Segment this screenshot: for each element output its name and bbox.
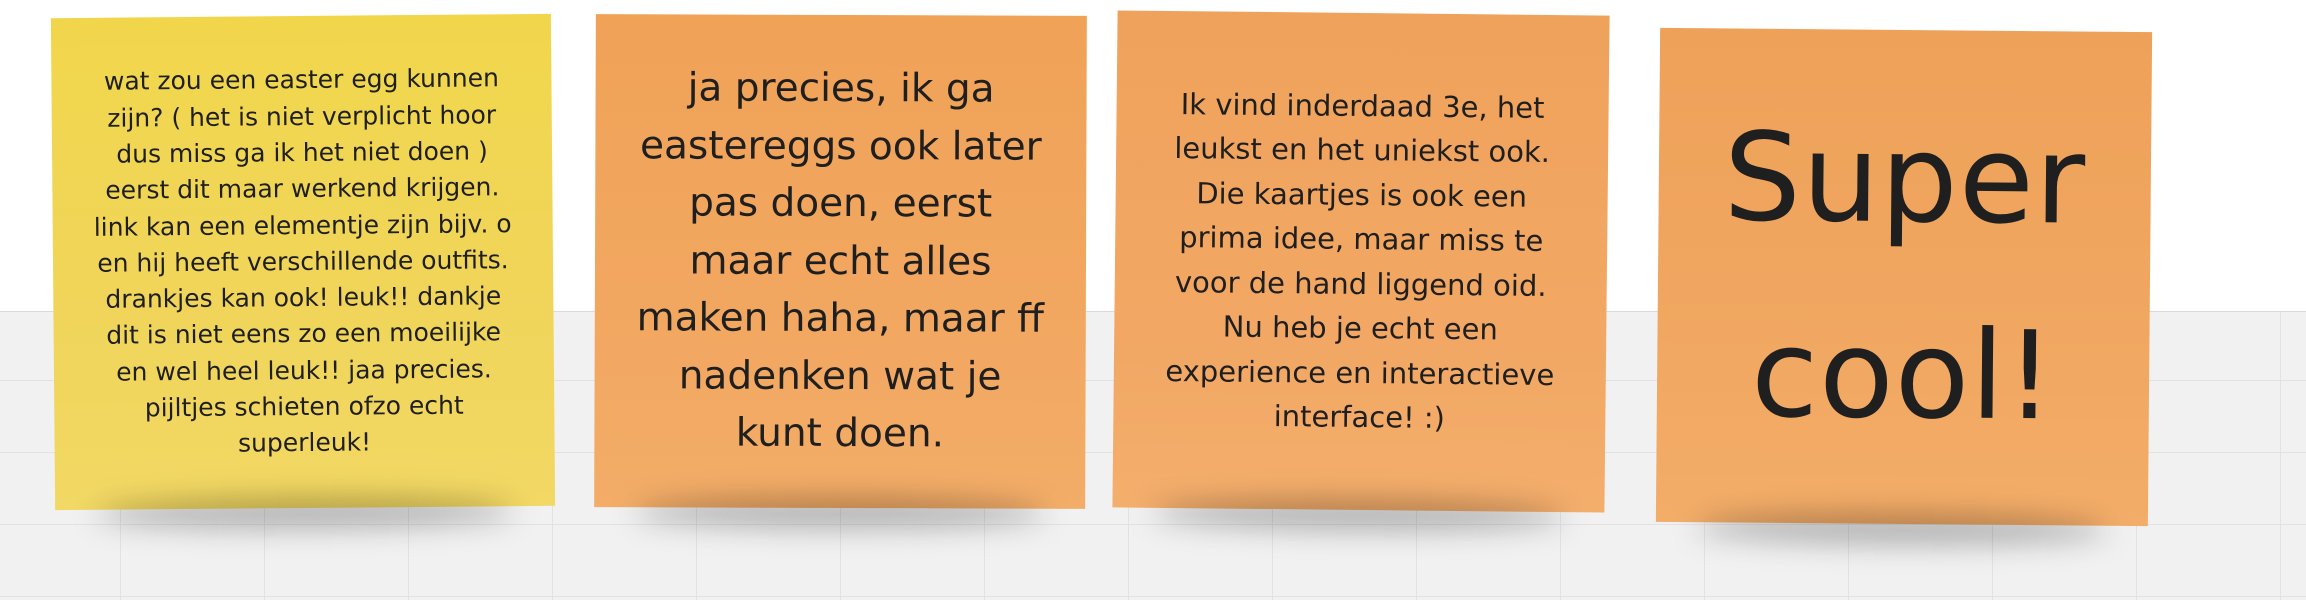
sticky-note-orange[interactable]: Super cool! <box>1655 27 2153 527</box>
sticky-note-orange[interactable]: Ik vind inderdaad 3e, het leukst en het … <box>1112 10 1610 513</box>
sticky-note-yellow[interactable]: wat zou een easter egg kunnen zijn? ( he… <box>50 13 556 511</box>
sticky-note-text: Super cool! <box>1723 106 2087 448</box>
sticky-note-text: ja precies, ik ga eastereggs ook later p… <box>636 65 1045 457</box>
sticky-note-text: Ik vind inderdaad 3e, het leukst en het … <box>1165 86 1555 435</box>
sticky-note-orange[interactable]: ja precies, ik ga eastereggs ook later p… <box>594 14 1087 509</box>
sticky-note-text: wat zou een easter egg kunnen zijn? ( he… <box>93 63 512 458</box>
whiteboard-canvas[interactable]: wat zou een easter egg kunnen zijn? ( he… <box>0 0 2306 600</box>
